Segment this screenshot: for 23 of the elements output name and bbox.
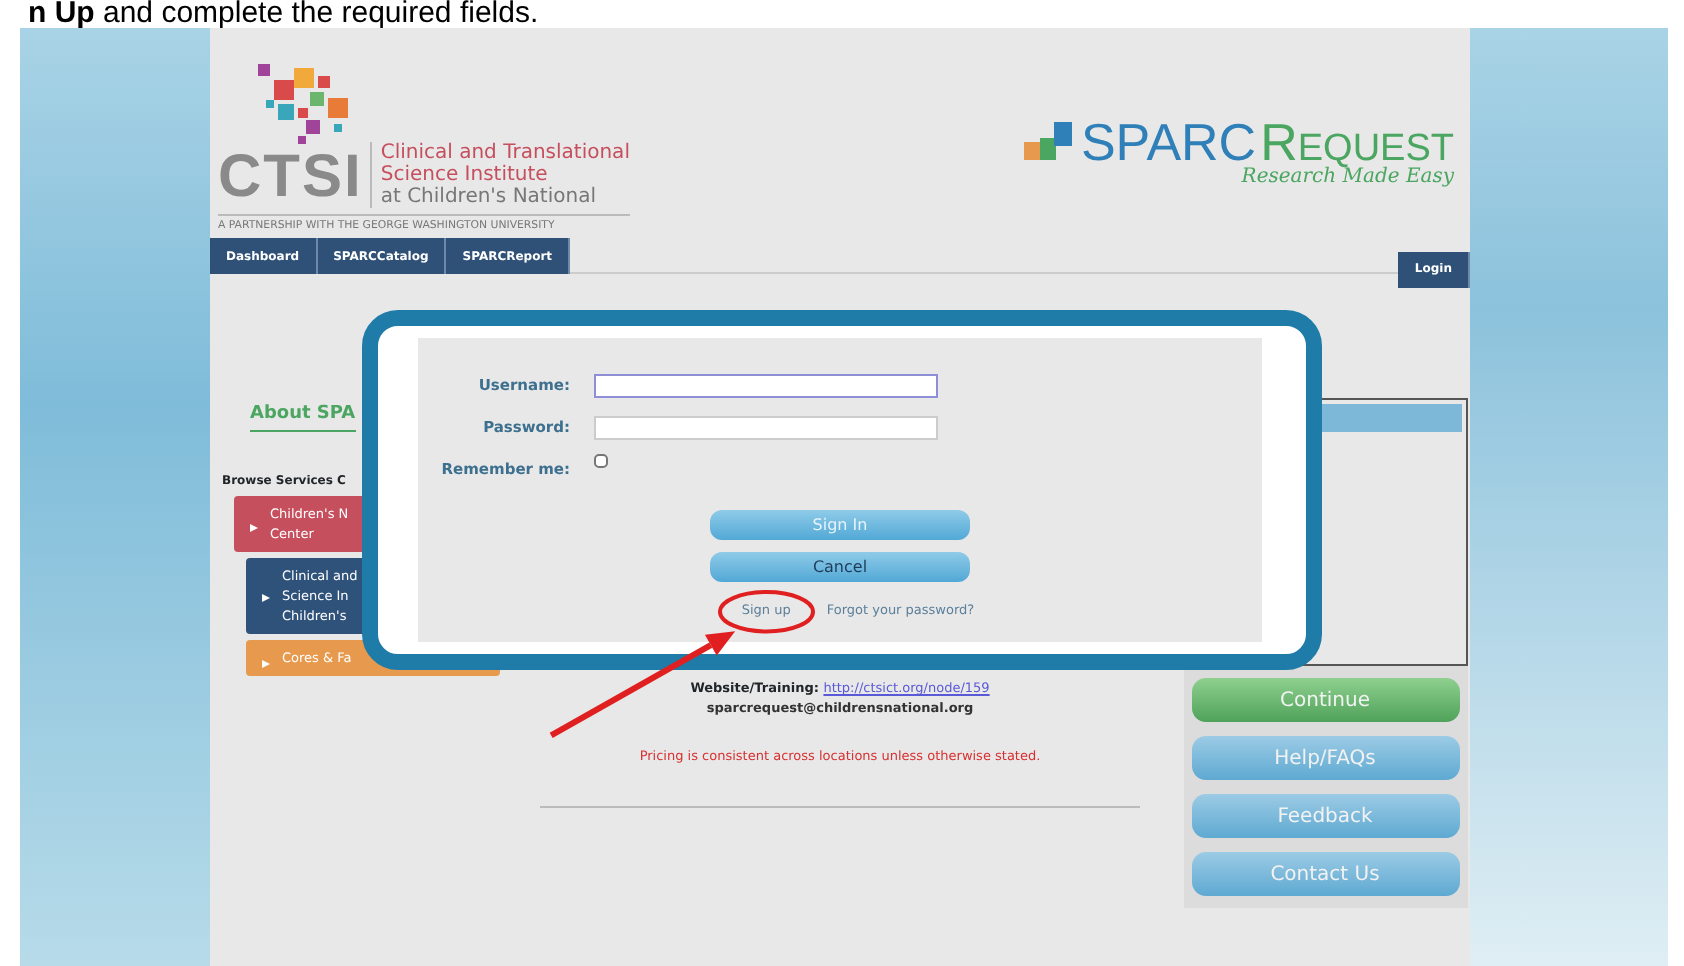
annotation-ellipse [717, 590, 815, 634]
side-button[interactable]: Help/FAQs [1191, 736, 1459, 780]
side-button[interactable]: Contact Us [1191, 852, 1459, 896]
side-button[interactable]: Feedback [1191, 794, 1459, 838]
remember-checkbox[interactable] [594, 454, 608, 468]
product-name: REQUEST [1260, 116, 1454, 168]
side-button[interactable]: Continue [1191, 678, 1459, 722]
username-field[interactable] [594, 373, 938, 397]
password-field[interactable] [594, 415, 938, 439]
sign-in-button[interactable]: Sign In [710, 510, 970, 540]
cancel-button[interactable]: Cancel [710, 552, 970, 582]
org-name: Clinical and Translational [380, 142, 630, 164]
product-tagline: Research Made Easy [1241, 166, 1454, 192]
logo-text: CTSI [218, 148, 363, 208]
slide-caption: n Up and complete the required fields. [26, 0, 541, 28]
product-name: SPARC [1080, 116, 1257, 168]
org-name: at Children's National [380, 186, 598, 208]
bullet-icon [262, 659, 270, 668]
bullet-icon [250, 523, 258, 532]
org-name: Science Institute [380, 164, 550, 186]
section-title: About SPA [250, 402, 356, 431]
bullet-icon [262, 593, 270, 602]
puzzle-icon [1024, 122, 1077, 162]
